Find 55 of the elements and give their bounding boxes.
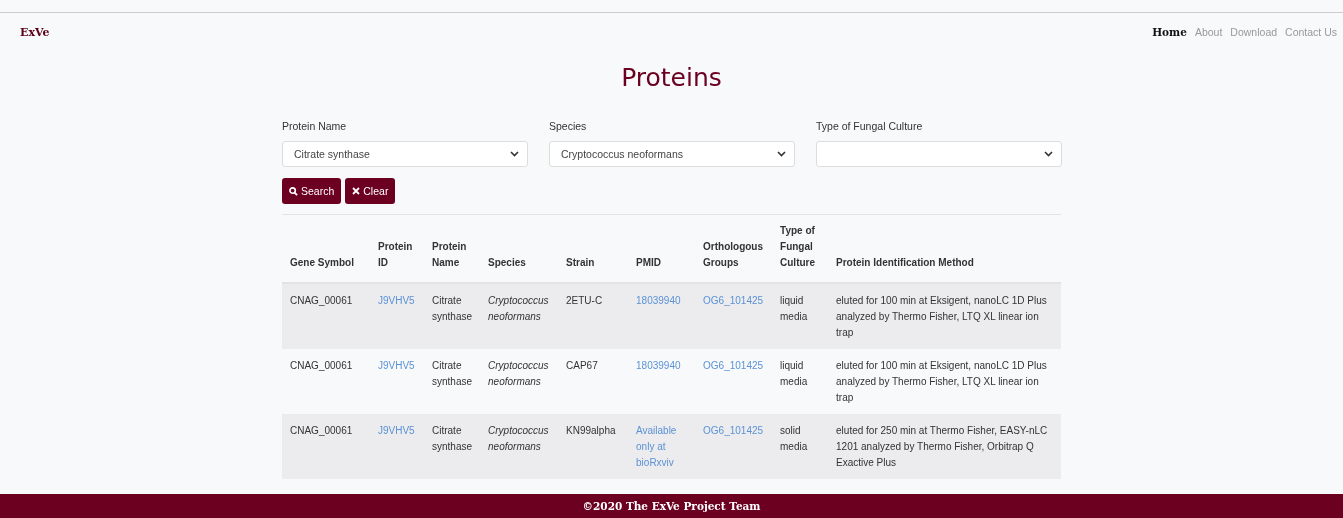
table-cell-text: liquid media: [780, 294, 809, 324]
table-link[interactable]: OG6_101425: [703, 423, 764, 439]
table-cell-text: Cryptococcus neoformans: [488, 359, 550, 389]
nav-link[interactable]: Download: [1230, 26, 1278, 38]
select-field[interactable]: [816, 141, 1062, 167]
clear-button[interactable]: Clear: [345, 178, 396, 204]
column-header: Orthologous Groups: [703, 240, 765, 270]
column-header: Protein Name: [432, 240, 468, 270]
table-cell-text: Citrate synthase: [432, 424, 473, 454]
chevron-down-icon: [1044, 151, 1053, 157]
table-cell-text: KN99alpha: [566, 424, 616, 438]
field-label: Type of Fungal Culture: [816, 120, 924, 132]
table-cell-text: Cryptococcus neoformans: [488, 294, 550, 324]
chevron-down-icon: [777, 151, 786, 157]
column-header: Protein ID: [378, 240, 414, 270]
table-cell-text: CAP67: [566, 359, 598, 373]
table-cell-text: CNAG_00061: [290, 424, 353, 438]
table-link[interactable]: J9VHV5: [378, 358, 415, 374]
table-link[interactable]: 18039940: [636, 358, 681, 374]
table-link[interactable]: 18039940: [636, 293, 681, 309]
table-cell-text: Citrate synthase: [432, 294, 473, 324]
field-label: Protein Name: [282, 120, 348, 132]
page-title: Proteins: [620, 63, 723, 92]
table-cell-text: eluted for 100 min at Eksigent, nanoLC 1D Plus analyzed by Thermo Fisher, LTQ XL linear ion trap: [836, 294, 1048, 340]
column-header: Gene Symbol: [290, 256, 354, 270]
column-header: Type of Fungal Culture: [780, 224, 817, 270]
column-header: Strain: [566, 256, 595, 270]
table-cell-text: 2ETU-C: [566, 294, 603, 308]
field-label: Species: [549, 120, 588, 132]
table-cell-text: eluted for 250 min at Thermo Fisher, EASY-nLC 1201 analyzed by Thermo Fisher, Orbitrap Q Exactive Plus: [836, 424, 1049, 470]
table-cell-text: CNAG_00061: [290, 359, 353, 373]
nav-link[interactable]: Home: [1152, 26, 1187, 38]
table-link[interactable]: J9VHV5: [378, 293, 415, 309]
table-cell-text: solid media: [780, 424, 809, 454]
column-header: Protein Identification Method: [836, 256, 974, 270]
table-link[interactable]: J9VHV5: [378, 423, 415, 439]
column-header: PMID: [636, 256, 662, 270]
brand-logo[interactable]: ExVe: [20, 25, 50, 39]
select-field[interactable]: Citrate synthase: [282, 141, 528, 167]
footer-text: ©2020 The ExVe Project Team: [582, 500, 761, 512]
nav-link[interactable]: Contact Us: [1285, 26, 1337, 38]
table-cell-text: liquid media: [780, 359, 809, 389]
close-icon: [352, 187, 361, 195]
table-cell-text: Citrate synthase: [432, 359, 473, 389]
column-header: Species: [488, 256, 526, 270]
nav-link[interactable]: About: [1194, 26, 1223, 38]
table-cell-text: Cryptococcus neoformans: [488, 424, 550, 454]
chevron-down-icon: [510, 151, 519, 157]
search-button[interactable]: Search: [282, 178, 342, 204]
table-cell-text: CNAG_00061: [290, 294, 353, 308]
search-icon: [289, 186, 298, 196]
select-field[interactable]: Cryptococcus neoformans: [549, 141, 795, 167]
table-link[interactable]: OG6_101425: [703, 293, 764, 309]
table-link[interactable]: OG6_101425: [703, 358, 764, 374]
table-cell-text: eluted for 100 min at Eksigent, nanoLC 1D Plus analyzed by Thermo Fisher, LTQ XL linear ion trap: [836, 359, 1048, 405]
